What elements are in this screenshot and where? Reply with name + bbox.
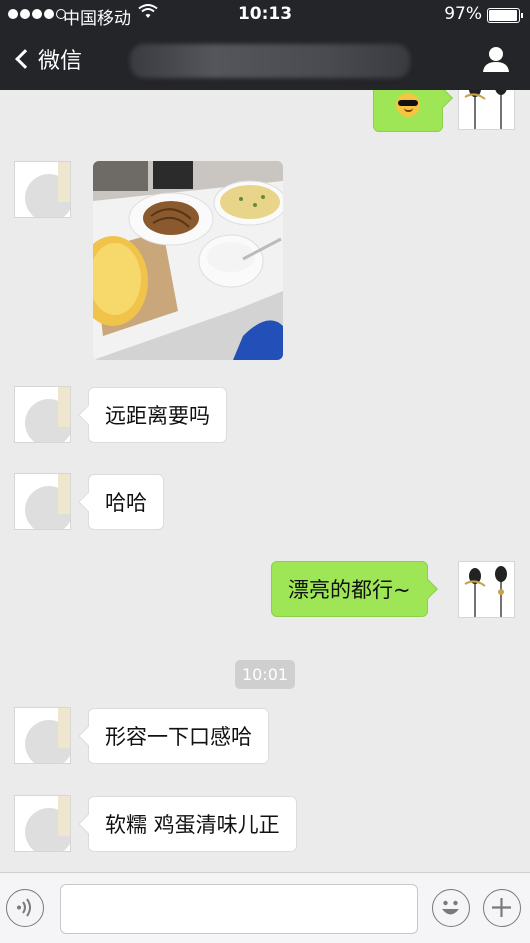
status-bar: 中国移动 10:13 97% xyxy=(0,0,530,30)
contact-avatar[interactable] xyxy=(14,795,71,852)
food-photo-image xyxy=(93,161,283,360)
my-avatar[interactable] xyxy=(458,561,515,618)
voice-button[interactable] xyxy=(6,889,44,927)
back-label: 微信 xyxy=(38,49,83,74)
voice-icon xyxy=(17,898,31,917)
my-avatar[interactable] xyxy=(458,90,515,130)
sunglasses-emoji-icon xyxy=(396,93,420,117)
battery-percent: 97% xyxy=(444,4,482,24)
input-bar xyxy=(0,872,530,943)
battery-icon xyxy=(487,8,523,23)
message-list[interactable]: 远距离要吗 哈哈 漂亮的都行~ 10:01 形容一下口感哈 软糯 鸡蛋清味儿正 xyxy=(0,90,530,872)
food-photo[interactable] xyxy=(93,161,283,360)
person-icon[interactable] xyxy=(482,45,510,73)
back-button[interactable]: 微信 xyxy=(12,43,82,75)
emoji-icon xyxy=(442,900,459,915)
contact-avatar[interactable] xyxy=(14,707,71,764)
emoji-button[interactable] xyxy=(432,889,470,927)
nav-bar: 微信 xyxy=(0,30,530,90)
message-bubble[interactable]: 形容一下口感哈 xyxy=(88,708,269,764)
top-bar: 中国移动 10:13 97% 微信 xyxy=(0,0,530,90)
message-bubble[interactable]: 哈哈 xyxy=(88,474,164,530)
chat-title-redacted xyxy=(130,44,410,78)
birds-avatar-icon xyxy=(464,566,507,617)
chevron-left-icon xyxy=(15,49,35,69)
message-bubble[interactable]: 远距离要吗 xyxy=(88,387,227,443)
message-bubble-mine[interactable]: 漂亮的都行~ xyxy=(271,561,428,617)
plus-icon xyxy=(492,898,511,917)
message-input[interactable] xyxy=(60,884,418,934)
message-bubble[interactable]: 软糯 鸡蛋清味儿正 xyxy=(88,796,297,852)
plus-button[interactable] xyxy=(483,889,521,927)
contact-avatar[interactable] xyxy=(14,473,71,530)
birds-avatar-icon xyxy=(464,90,507,129)
contact-avatar[interactable] xyxy=(14,386,71,443)
contact-avatar[interactable] xyxy=(14,161,71,218)
message-bubble-emoji[interactable] xyxy=(373,90,443,132)
timestamp-label: 10:01 xyxy=(235,660,295,689)
